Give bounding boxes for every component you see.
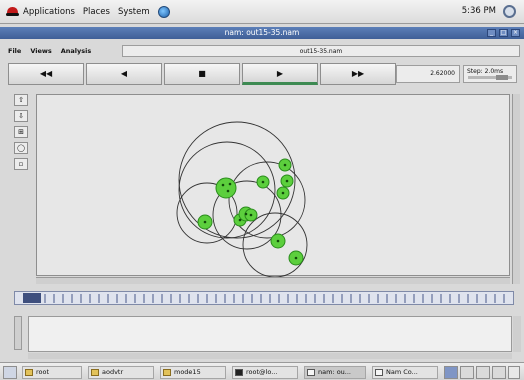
workspace-4[interactable] — [492, 366, 506, 379]
window-titlebar[interactable]: nam: out15-35.nam _ □ × — [0, 27, 524, 39]
menu-applications[interactable]: Applications — [23, 7, 75, 17]
clock[interactable]: 5:36 PM — [462, 6, 496, 16]
rewind-button[interactable]: ◀◀ — [8, 63, 84, 85]
task-terminal[interactable]: root@lo... — [232, 366, 298, 379]
network-canvas[interactable] — [36, 94, 510, 277]
terminal-icon — [235, 369, 243, 376]
web-browser-icon[interactable] — [157, 5, 170, 18]
timeline-slider[interactable] — [14, 291, 514, 305]
menu-file[interactable]: File — [8, 47, 21, 55]
canvas-horizontal-scrollbar[interactable] — [36, 277, 510, 284]
window-buttons: _ □ × — [487, 29, 520, 37]
square-icon[interactable]: ▫ — [14, 158, 28, 170]
folder-icon — [163, 369, 171, 376]
workspace-2[interactable] — [460, 366, 474, 379]
task-label: root@lo... — [246, 368, 278, 376]
task-label: Nam Co... — [386, 368, 418, 376]
volume-icon[interactable] — [503, 5, 516, 18]
step-slider-thumb[interactable] — [496, 75, 508, 80]
task-label: aodvtr — [102, 368, 124, 376]
redhat-logo-icon[interactable] — [6, 6, 19, 17]
annotation-horizontal-scrollbar[interactable] — [28, 353, 512, 359]
task-nam-console[interactable]: Nam Co... — [372, 366, 438, 379]
network-node[interactable] — [215, 177, 237, 199]
window-icon — [375, 369, 383, 376]
stop-button[interactable]: ■ — [164, 63, 240, 85]
annotation-vertical-scrollbar[interactable] — [513, 316, 521, 352]
network-drawing — [176, 121, 308, 277]
task-label: nam: ou... — [318, 368, 351, 376]
folder-icon — [25, 369, 33, 376]
window-icon — [307, 369, 315, 376]
play-button[interactable]: ▶ — [242, 63, 318, 85]
trash-icon[interactable] — [508, 366, 520, 379]
show-desktop-icon[interactable] — [3, 366, 17, 379]
grid-icon[interactable]: ⊞ — [14, 126, 28, 138]
tool-column: ⇧ ⇩ ⊞ ◯ ▫ — [14, 94, 30, 174]
task-aodvtr[interactable]: aodvtr — [88, 366, 154, 379]
annotation-side-scroll[interactable] — [14, 316, 24, 352]
time-display: 2.62000 — [396, 65, 460, 83]
timeline-ticks — [44, 294, 505, 303]
circle-icon[interactable]: ◯ — [14, 142, 28, 154]
workspace-3[interactable] — [476, 366, 490, 379]
minimize-button[interactable]: _ — [487, 29, 496, 37]
maximize-button[interactable]: □ — [499, 29, 508, 37]
top-panel: Applications Places System 5:36 PM — [0, 0, 524, 24]
task-label: root — [36, 368, 50, 376]
step-back-button[interactable]: ◀ — [86, 63, 162, 85]
bottom-taskbar: root aodvtr mode15 root@lo... nam: ou...… — [0, 362, 524, 380]
range-circle — [228, 161, 306, 239]
menu-views[interactable]: Views — [30, 47, 51, 55]
menu-places[interactable]: Places — [83, 7, 110, 17]
zoom-out-icon[interactable]: ⇩ — [14, 110, 28, 122]
task-mode15[interactable]: mode15 — [160, 366, 226, 379]
filename-display: out15-35.nam — [122, 45, 520, 57]
fast-forward-button[interactable]: ▶▶ — [320, 63, 396, 85]
workspace-1[interactable] — [444, 366, 458, 379]
step-control[interactable]: Step: 2.0ms — [463, 65, 517, 83]
close-button[interactable]: × — [511, 29, 520, 37]
task-root[interactable]: root — [22, 366, 82, 379]
playback-controls: ◀◀ ◀ ■ ▶ ▶▶ 2.62000 Step: 2.0ms — [8, 63, 520, 87]
timeline-thumb[interactable] — [23, 293, 41, 303]
menu-system[interactable]: System — [118, 7, 150, 17]
window-title: nam: out15-35.nam — [224, 28, 300, 37]
annotation-panel[interactable] — [28, 316, 512, 352]
menu-analysis[interactable]: Analysis — [61, 47, 91, 55]
canvas-vertical-scrollbar[interactable] — [512, 94, 520, 284]
zoom-in-icon[interactable]: ⇧ — [14, 94, 28, 106]
app-menubar: File Views Analysis out15-35.nam — [8, 44, 520, 58]
step-label: Step: 2.0ms — [467, 68, 504, 75]
task-label: mode15 — [174, 368, 201, 376]
folder-icon — [91, 369, 99, 376]
task-nam-window[interactable]: nam: ou... — [304, 366, 366, 379]
